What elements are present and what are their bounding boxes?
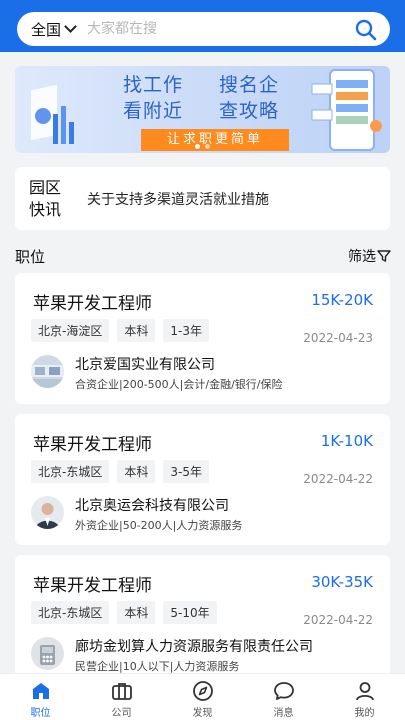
news-tag: 园区快讯 [29, 177, 62, 219]
location-tag: 北京-东城区 [31, 601, 110, 624]
compass-icon [192, 681, 213, 701]
home-icon [32, 683, 49, 699]
tab-label: 职位 [30, 708, 51, 719]
banner-line2-left: 看附近 [123, 100, 184, 122]
news-ticker[interactable]: 园区快讯 关于支持多渠道灵活就业措施 [15, 167, 390, 230]
top-bar: 全国 [0, 0, 405, 52]
job-salary: 1K-10K [320, 432, 373, 450]
post-date: 2022-04-22 [303, 472, 373, 486]
tab-company[interactable]: 公司 [81, 674, 162, 720]
promo-banner[interactable]: 找工作 搜名企 看附近 查攻略 让求职更简单 [15, 66, 390, 153]
tab-label: 我的 [354, 708, 375, 719]
education-tag: 本科 [117, 319, 156, 342]
chevron-down-icon [64, 20, 77, 33]
job-title: 苹果开发工程师 [33, 294, 152, 314]
search-bar[interactable]: 全国 [17, 12, 390, 46]
tab-profile[interactable]: 我的 [324, 674, 405, 720]
filter-button[interactable]: 筛选 [348, 246, 391, 266]
job-title: 苹果开发工程师 [33, 435, 152, 455]
tab-label: 发现 [192, 708, 213, 719]
job-tags: 北京-海淀区 本科 1-3年 [31, 319, 209, 342]
city-label: 全国 [31, 20, 62, 39]
banner-cta: 让求职更简单 [141, 129, 289, 151]
company-name: 廊坊金划算人力资源服务有限责任公司 [75, 639, 313, 655]
company-meta: 民营企业|10人以下|人力资源服务 [75, 660, 240, 673]
section-title: 职位 [15, 248, 46, 266]
banner-line1-right: 搜名企 [219, 74, 280, 96]
news-headline[interactable]: 关于支持多渠道灵活就业措施 [87, 189, 269, 209]
company-logo [31, 637, 64, 670]
banner-illustration-left [31, 84, 74, 144]
job-card[interactable]: 苹果开发工程师 15K-20K 北京-海淀区 本科 1-3年 2022-04-2… [15, 273, 390, 404]
banner-line1-left: 找工作 [123, 74, 184, 96]
bottom-tab-bar: 职位 公司 发现 消息 我的 [0, 673, 405, 720]
job-card[interactable]: 苹果开发工程师 30K-35K 北京-东城区 本科 5-10年 2022-04-… [15, 555, 390, 686]
search-input[interactable] [87, 21, 318, 37]
tab-jobs[interactable]: 职位 [0, 674, 81, 720]
search-icon[interactable] [354, 18, 378, 46]
banner-pagination [195, 144, 210, 149]
post-date: 2022-04-23 [303, 331, 373, 345]
company-meta: 外资企业|50-200人|人力资源服务 [75, 519, 243, 532]
chat-bubble-icon [273, 682, 294, 700]
company-name: 北京爱国实业有限公司 [75, 357, 215, 373]
company-logo [31, 496, 64, 529]
banner-illustration-right [311, 69, 382, 151]
tab-discover[interactable]: 发现 [162, 674, 243, 720]
job-tags: 北京-东城区 本科 3-5年 [31, 460, 209, 483]
job-salary: 15K-20K [311, 291, 373, 309]
experience-tag: 1-3年 [163, 319, 209, 342]
user-icon [355, 682, 374, 701]
company-logo [31, 355, 64, 388]
filter-label: 筛选 [348, 249, 376, 265]
education-tag: 本科 [117, 460, 156, 483]
tab-messages[interactable]: 消息 [243, 674, 324, 720]
education-tag: 本科 [117, 601, 156, 624]
tab-label: 公司 [111, 708, 132, 719]
company-meta: 合资企业|200-500人|会计/金融/银行/保险 [75, 378, 283, 391]
job-tags: 北京-东城区 本科 5-10年 [31, 601, 217, 624]
tab-label: 消息 [273, 708, 294, 719]
city-selector[interactable]: 全国 [31, 19, 77, 40]
filter-icon [377, 250, 391, 262]
company-name: 北京奥运会科技有限公司 [75, 498, 229, 514]
experience-tag: 3-5年 [163, 460, 209, 483]
job-card[interactable]: 苹果开发工程师 1K-10K 北京-东城区 本科 3-5年 2022-04-22… [15, 414, 390, 545]
job-salary: 30K-35K [311, 573, 373, 591]
job-title: 苹果开发工程师 [33, 576, 152, 596]
experience-tag: 5-10年 [163, 601, 217, 624]
post-date: 2022-04-22 [303, 613, 373, 627]
location-tag: 北京-海淀区 [31, 319, 110, 342]
briefcase-icon [111, 683, 132, 700]
banner-line2-right: 查攻略 [219, 100, 280, 122]
location-tag: 北京-东城区 [31, 460, 110, 483]
